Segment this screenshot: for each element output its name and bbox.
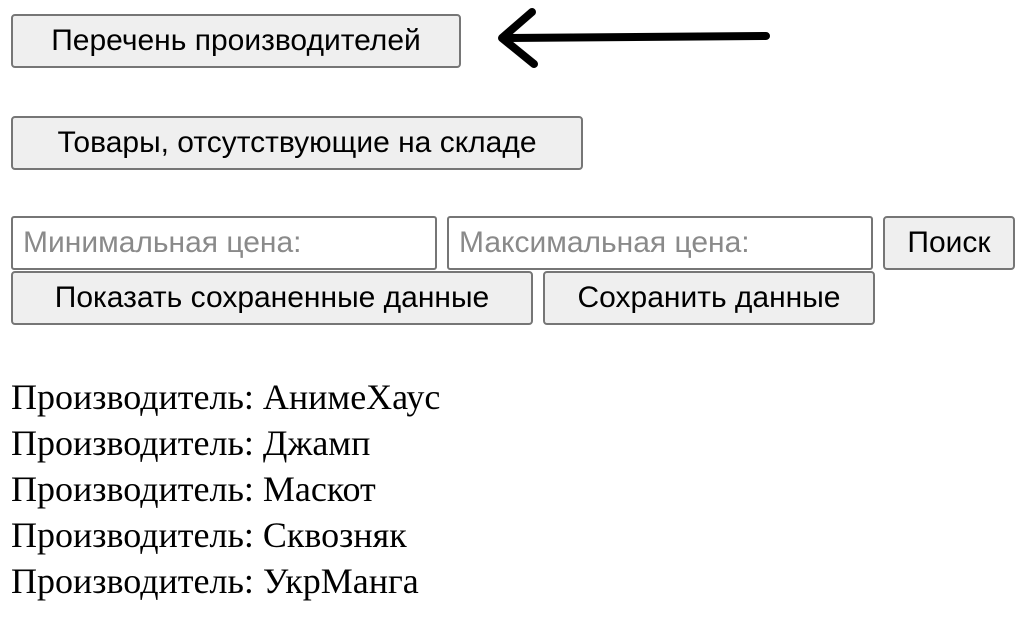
manufacturer-label: Производитель: [11,561,254,601]
manufacturer-name: УкрМанга [262,561,419,601]
manufacturer-label: Производитель: [11,515,254,555]
manufacturer-item: Производитель: АнимеХаус [11,374,440,420]
manufacturer-label: Производитель: [11,377,254,417]
manufacturer-label: Производитель: [11,423,254,463]
manufacturer-name: АнимеХаус [262,377,441,417]
search-button[interactable]: Поиск [883,216,1015,270]
manufacturer-name: Джамп [262,423,371,463]
manufacturer-item: Производитель: УкрМанга [11,558,440,604]
out-of-stock-button[interactable]: Товары, отсутствующие на складе [11,116,583,170]
manufacturer-name: Маскот [262,469,376,509]
manufacturer-name: Сквозняк [262,515,407,555]
manufacturer-item: Производитель: Сквозняк [11,512,440,558]
min-price-input[interactable] [11,216,437,270]
max-price-input[interactable] [447,216,873,270]
manufacturer-label: Производитель: [11,469,254,509]
save-data-button[interactable]: Сохранить данные [543,271,875,325]
show-saved-data-button[interactable]: Показать сохраненные данные [11,271,533,325]
manufacturer-item: Производитель: Маскот [11,466,440,512]
left-arrow-icon [498,8,770,68]
manufacturers-list-button[interactable]: Перечень производителей [11,14,461,68]
manufacturer-list: Производитель: АнимеХаус Производитель: … [11,374,440,604]
manufacturer-item: Производитель: Джамп [11,420,440,466]
